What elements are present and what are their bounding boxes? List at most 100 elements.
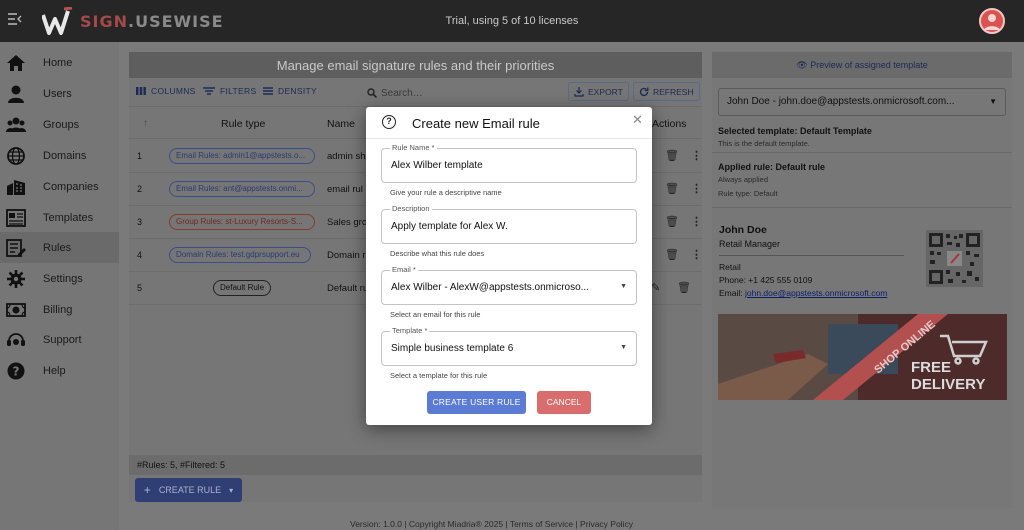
export-label: EXPORT	[588, 86, 623, 97]
sidebar-item-help[interactable]: ? Help	[0, 355, 119, 386]
more-options-icon[interactable]: ⋮	[691, 248, 702, 261]
density-button[interactable]: DENSITY	[263, 86, 317, 96]
rule-type-chip: Domain Rules: test.gdprsupport.eu	[169, 247, 311, 263]
chevron-down-icon: ▾	[229, 485, 234, 495]
license-status: Trial, using 5 of 10 licenses	[445, 15, 579, 27]
rule-type-chip: Email Rules: admin1@appstests.o...	[169, 148, 315, 164]
rule-name: Default ru	[327, 283, 369, 294]
user-avatar[interactable]	[979, 8, 1005, 34]
user-select-value: John Doe - john.doe@appstests.onmicrosof…	[727, 96, 955, 107]
columns-label: COLUMNS	[151, 86, 196, 96]
delete-icon[interactable]: 🗑	[665, 215, 679, 228]
sidebar-item-label: Domains	[43, 149, 87, 162]
sidebar-item-templates[interactable]: Templates	[0, 202, 119, 233]
help-circle-icon: ?	[382, 115, 396, 129]
sidebar-item-label: Settings	[43, 272, 83, 285]
signature-email-row: Email: john.doe@appstests.onmicrosoft.co…	[719, 288, 887, 298]
description-helper: Describe what this rule does	[390, 249, 485, 258]
sidebar-item-domains[interactable]: Domains	[0, 140, 119, 171]
row-priority: 3	[137, 217, 143, 227]
create-rule-button[interactable]: + CREATE RULE ▾	[135, 478, 242, 502]
rules-icon	[6, 238, 26, 257]
export-button[interactable]: EXPORT	[568, 82, 629, 101]
selected-template-desc: This is the default template.	[718, 139, 810, 148]
description-field[interactable]: Description Apply template for Alex W.	[381, 204, 637, 244]
signature-divider	[719, 255, 904, 256]
preview-label: Preview of assigned template	[810, 60, 928, 70]
more-options-icon[interactable]: ⋮	[691, 182, 702, 195]
column-header-name[interactable]: Name	[327, 118, 355, 130]
delete-icon[interactable]: 🗑	[665, 149, 679, 162]
sort-arrow-icon[interactable]: ↑	[143, 118, 148, 129]
description-value: Apply template for Alex W.	[391, 221, 508, 232]
plus-icon: +	[143, 483, 151, 497]
rule-type-text: Rule type: Default	[718, 189, 778, 198]
rule-name-helper: Give your rule a descriptive name	[390, 188, 502, 197]
template-select[interactable]: Template * Simple business template 6 ▼	[381, 326, 637, 366]
rule-name: Sales gro	[327, 217, 368, 228]
page-title: Manage email signature rules and their p…	[129, 52, 702, 78]
sidebar-item-rules[interactable]: Rules	[0, 232, 119, 263]
sidebar-item-label: Templates	[43, 211, 94, 224]
rule-type-chip: Email Rules: ant@appstests.onmi...	[169, 181, 315, 197]
sidebar-item-home[interactable]: Home	[0, 47, 119, 78]
user-select[interactable]: John Doe - john.doe@appstests.onmicrosof…	[718, 88, 1006, 116]
banner-line1: FREE	[911, 359, 951, 376]
sidebar-item-billing[interactable]: Billing	[0, 294, 119, 325]
rule-name-label: Rule Name *	[390, 143, 437, 152]
delete-icon[interactable]: 🗑	[665, 182, 679, 195]
help-icon: ?	[7, 362, 25, 379]
preview-panel: 👁 Preview of assigned template John Doe …	[712, 52, 1012, 508]
signature-phone: Phone: +1 425 555 0109	[719, 275, 813, 285]
preview-template-link[interactable]: 👁 Preview of assigned template	[712, 52, 1012, 78]
dialog-divider	[366, 138, 652, 139]
sidebar-item-users[interactable]: Users	[0, 78, 119, 109]
delete-icon[interactable]: 🗑	[677, 281, 691, 294]
sidebar-item-label: Rules	[43, 241, 72, 254]
columns-button[interactable]: COLUMNS	[136, 86, 196, 96]
selected-template-label: Selected template: Default Template	[718, 126, 872, 136]
globe-icon	[7, 146, 25, 165]
svg-text:?: ?	[13, 364, 20, 378]
building-icon	[7, 179, 25, 195]
refresh-button[interactable]: REFRESH	[633, 82, 700, 101]
sidebar-item-support[interactable]: Support	[0, 324, 119, 355]
grid-toolbar: COLUMNS FILTERS DENSITY Search… EXPORT R…	[129, 78, 702, 106]
row-priority: 5	[137, 283, 143, 293]
signature-email-link[interactable]: john.doe@appstests.onmicrosoft.com	[745, 288, 887, 298]
refresh-icon	[639, 87, 649, 96]
columns-icon	[136, 87, 146, 95]
create-rule-dialog: ? Create new Email rule ✕ Rule Name * Al…	[366, 107, 652, 425]
search-input[interactable]: Search…	[367, 85, 547, 101]
email-helper: Select an email for this rule	[390, 310, 481, 319]
email-select[interactable]: Email * Alex Wilber - AlexW@appstests.on…	[381, 265, 637, 305]
divider	[712, 152, 1012, 153]
email-label: Email *	[390, 265, 418, 274]
email-value: Alex Wilber - AlexW@appstests.onmicroso.…	[391, 282, 589, 293]
rule-name-field[interactable]: Rule Name * Alex Wilber template	[381, 143, 637, 183]
create-user-rule-button[interactable]: CREATE USER RULE	[427, 391, 526, 414]
column-header-rule-type[interactable]: Rule type	[221, 118, 265, 130]
grid-footer-count: #Rules: 5, #Filtered: 5	[129, 455, 702, 475]
divider	[712, 207, 1012, 208]
close-icon[interactable]: ✕	[632, 112, 643, 128]
more-options-icon[interactable]: ⋮	[691, 149, 702, 162]
chevron-down-icon: ▼	[989, 97, 997, 106]
dropdown-arrow-icon: ▼	[620, 283, 627, 290]
page-footer: Version: 1.0.0 | Copyright Miadria® 2025…	[350, 519, 633, 529]
sidebar-item-label: Groups	[43, 118, 80, 131]
banner-line2: DELIVERY	[911, 376, 985, 393]
more-options-icon[interactable]: ⋮	[691, 215, 702, 228]
sidebar-item-companies[interactable]: Companies	[0, 171, 119, 202]
rule-name-value: Alex Wilber template	[391, 160, 483, 171]
gear-icon	[7, 269, 25, 288]
sidebar-item-groups[interactable]: Groups	[0, 109, 119, 140]
delete-icon[interactable]: 🗑	[665, 248, 679, 261]
groups-icon	[6, 117, 26, 132]
sidebar-item-settings[interactable]: Settings	[0, 263, 119, 294]
cancel-button[interactable]: CANCEL	[537, 391, 591, 414]
promo-banner: SHOP ONLINE FREE DELIVERY	[718, 314, 1007, 400]
row-priority: 2	[137, 184, 143, 194]
edit-icon[interactable]: ✎	[651, 281, 660, 294]
filters-button[interactable]: FILTERS	[203, 86, 256, 96]
